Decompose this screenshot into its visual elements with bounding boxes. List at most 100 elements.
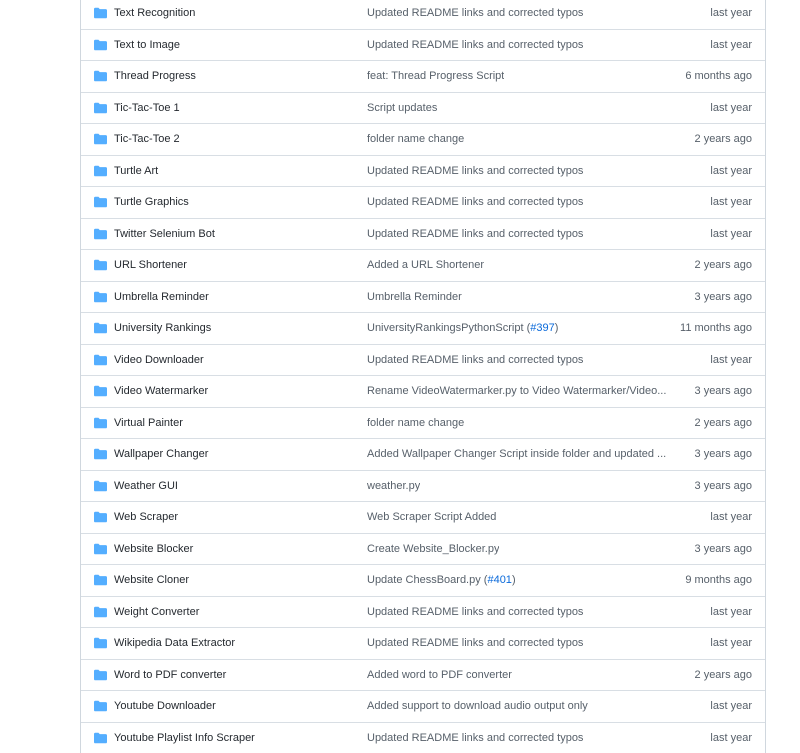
file-name-link[interactable]: Turtle Graphics <box>114 196 189 208</box>
commit-message-link[interactable]: UniversityRankingsPythonScript (#397) <box>367 322 558 334</box>
file-row[interactable]: Web Scraper Web Scraper Script Added last … <box>81 501 765 533</box>
folder-icon <box>94 669 107 680</box>
file-row[interactable]: Wallpaper Changer Added Wallpaper Changer… <box>81 438 765 470</box>
folder-icon <box>94 291 107 302</box>
commit-message-link[interactable]: Updated README links and corrected typos <box>367 354 583 366</box>
file-name-link[interactable]: Turtle Art <box>114 165 158 177</box>
commit-message-link[interactable]: Added word to PDF converter <box>367 669 512 681</box>
file-row[interactable]: Weight Converter Updated README links and… <box>81 596 765 628</box>
folder-icon <box>94 386 107 397</box>
commit-message-link[interactable]: Updated README links and corrected typos <box>367 228 583 240</box>
file-row[interactable]: Video Watermarker Rename VideoWatermarker… <box>81 375 765 407</box>
file-row[interactable]: Wikipedia Data Extractor Updated README l… <box>81 627 765 659</box>
file-name-link[interactable]: Tic-Tac-Toe 2 <box>114 133 180 145</box>
commit-message-link[interactable]: Rename VideoWatermarker.py to Video Wate… <box>367 385 666 397</box>
commit-message-link[interactable]: Added a URL Shortener <box>367 259 484 271</box>
commit-message-text: Update ChessBoard.py ( <box>367 574 487 586</box>
commit-message-link[interactable]: Umbrella Reminder <box>367 291 462 303</box>
file-name-link[interactable]: Youtube Downloader <box>114 700 216 712</box>
file-row[interactable]: Website Cloner Update ChessBoard.py (#401… <box>81 564 765 596</box>
commit-message-link[interactable]: Updated README links and corrected typos <box>367 7 583 19</box>
commit-message-text: Updated README links and corrected typos <box>367 165 583 177</box>
file-name-link[interactable]: Tic-Tac-Toe 1 <box>114 102 180 114</box>
commit-age: 3 years ago <box>695 543 752 555</box>
file-row[interactable]: URL Shortener Added a URL Shortener 2 year… <box>81 249 765 281</box>
commit-message-link[interactable]: Updated README links and corrected typos <box>367 732 583 744</box>
file-row[interactable]: Tic-Tac-Toe 2folder name change2 years a… <box>81 123 765 155</box>
file-name-link[interactable]: Text Recognition <box>114 7 195 19</box>
commit-message-link[interactable]: Update ChessBoard.py (#401) <box>367 574 516 586</box>
pull-request-link[interactable]: #401 <box>487 574 511 586</box>
file-list: Text Recognition Updated README links and… <box>80 0 766 753</box>
file-name-link[interactable]: Weather GUI <box>114 480 178 492</box>
commit-age: 3 years ago <box>695 291 752 303</box>
file-name-link[interactable]: Web Scraper <box>114 511 178 523</box>
file-row[interactable]: Tic-Tac-Toe 1Script updateslast year <box>81 92 765 124</box>
file-name-link[interactable]: URL Shortener <box>114 259 187 271</box>
commit-message-link[interactable]: Added support to download audio output o… <box>367 700 588 712</box>
commit-age: 3 years ago <box>695 448 752 460</box>
commit-message-text: Updated README links and corrected typos <box>367 637 583 649</box>
file-name-link[interactable]: Wikipedia Data Extractor <box>114 637 235 649</box>
folder-icon <box>94 638 107 649</box>
commit-message-link[interactable]: folder name change <box>367 417 464 429</box>
file-row[interactable]: Turtle Art Updated README links and corre… <box>81 155 765 187</box>
file-name-link[interactable]: Video Watermarker <box>114 385 208 397</box>
commit-message-text: weather.py <box>367 480 420 492</box>
file-row[interactable]: Video Downloader Updated README links and… <box>81 344 765 376</box>
commit-message-text: Added a URL Shortener <box>367 259 484 271</box>
commit-age: 3 years ago <box>695 385 752 397</box>
commit-message-link[interactable]: Added Wallpaper Changer Script inside fo… <box>367 448 666 460</box>
commit-message-text: Added Wallpaper Changer Script inside fo… <box>367 448 666 460</box>
file-name-link[interactable]: University Rankings <box>114 322 211 334</box>
commit-age: last year <box>710 7 752 19</box>
commit-message-text: Added word to PDF converter <box>367 669 512 681</box>
file-name-link[interactable]: Wallpaper Changer <box>114 448 208 460</box>
folder-icon <box>94 134 107 145</box>
commit-message-link[interactable]: Web Scraper Script Added <box>367 511 496 523</box>
commit-age: 2 years ago <box>695 259 752 271</box>
file-name-link[interactable]: Youtube Playlist Info Scraper <box>114 732 255 744</box>
file-row[interactable]: Twitter Selenium Bot Updated README links… <box>81 218 765 250</box>
commit-age: last year <box>710 354 752 366</box>
file-row[interactable]: Thread Progress feat: Thread Progress Scr… <box>81 60 765 92</box>
file-name-link[interactable]: Thread Progress <box>114 70 196 82</box>
file-row[interactable]: Youtube Playlist Info Scraper Updated REA… <box>81 722 765 753</box>
commit-message-suffix: ) <box>555 322 559 334</box>
file-name-link[interactable]: Word to PDF converter <box>114 669 226 681</box>
folder-icon <box>94 449 107 460</box>
file-name-link[interactable]: Website Blocker <box>114 543 193 555</box>
file-row[interactable]: Youtube Downloader Added support to downl… <box>81 690 765 722</box>
file-row[interactable]: Word to PDF converter Added word to PDF c… <box>81 659 765 691</box>
commit-age: last year <box>710 511 752 523</box>
folder-icon <box>94 543 107 554</box>
commit-message-link[interactable]: Create Website_Blocker.py <box>367 543 499 555</box>
file-row[interactable]: Text to Image Updated README links and co… <box>81 29 765 61</box>
commit-message-link[interactable]: Updated README links and corrected typos <box>367 39 583 51</box>
folder-icon <box>94 417 107 428</box>
file-row[interactable]: Umbrella Reminder Umbrella Reminder 3 year… <box>81 281 765 313</box>
file-name-link[interactable]: Video Downloader <box>114 354 204 366</box>
commit-message-link[interactable]: Script updates <box>367 102 437 114</box>
file-row[interactable]: Virtual Painterfolder name change2 years… <box>81 407 765 439</box>
file-row[interactable]: Website Blocker Create Website_Blocker.py… <box>81 533 765 565</box>
pull-request-link[interactable]: #397 <box>530 322 554 334</box>
file-name-link[interactable]: Website Cloner <box>114 574 189 586</box>
file-name-link[interactable]: Twitter Selenium Bot <box>114 228 215 240</box>
file-name-link[interactable]: Umbrella Reminder <box>114 291 209 303</box>
commit-message-link[interactable]: folder name change <box>367 133 464 145</box>
file-name-link[interactable]: Weight Converter <box>114 606 199 618</box>
commit-message-link[interactable]: Updated README links and corrected typos <box>367 196 583 208</box>
file-row[interactable]: University Rankings UniversityRankingsPyt… <box>81 312 765 344</box>
file-row[interactable]: Text Recognition Updated README links and… <box>81 0 765 29</box>
file-row[interactable]: Turtle Graphics Updated README links and … <box>81 186 765 218</box>
file-name-link[interactable]: Virtual Painter <box>114 417 183 429</box>
commit-age: last year <box>710 228 752 240</box>
file-name-link[interactable]: Text to Image <box>114 39 180 51</box>
commit-message-link[interactable]: weather.py <box>367 480 420 492</box>
commit-message-link[interactable]: Updated README links and corrected typos <box>367 637 583 649</box>
commit-message-link[interactable]: feat: Thread Progress Script <box>367 70 504 82</box>
file-row[interactable]: Weather GUIweather.py3 years ago <box>81 470 765 502</box>
commit-message-link[interactable]: Updated README links and corrected typos <box>367 606 583 618</box>
commit-message-link[interactable]: Updated README links and corrected typos <box>367 165 583 177</box>
